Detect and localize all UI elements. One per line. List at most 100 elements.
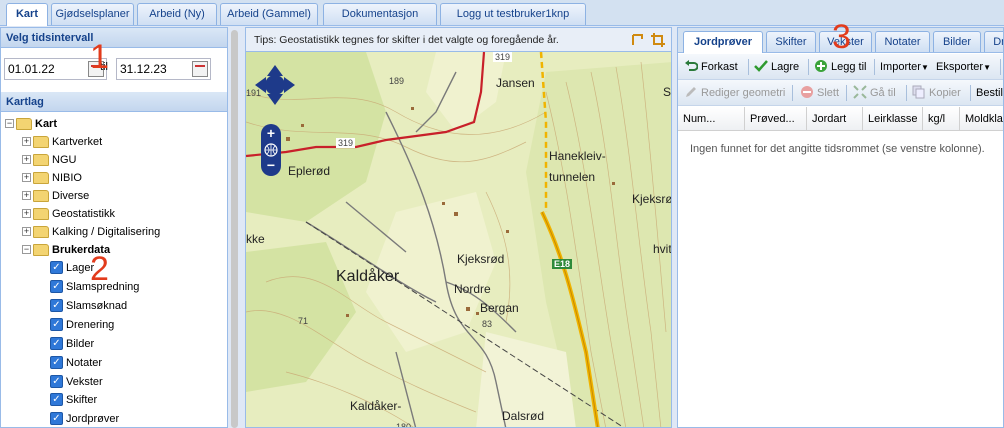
- folder-icon: [33, 226, 49, 238]
- map-label: Nordre: [454, 282, 491, 296]
- folder-icon: [33, 190, 49, 202]
- checkbox-checked-icon[interactable]: ✓: [50, 261, 63, 274]
- calendar-icon[interactable]: [192, 61, 208, 77]
- tab-arbeid-ny[interactable]: Arbeid (Ny): [137, 3, 217, 25]
- crop-tool-icon[interactable]: [651, 33, 665, 47]
- map-label: Dalsrød: [502, 409, 545, 423]
- toolbar-separator: [808, 59, 809, 75]
- map-label: Bergan: [480, 301, 519, 315]
- eksporter-label: Eksporter: [936, 61, 984, 73]
- delete-icon: [801, 86, 813, 98]
- toolbar-separator: [906, 85, 907, 101]
- expand-icon[interactable]: +: [22, 191, 31, 200]
- map-label: Kaldåker: [336, 268, 400, 285]
- checkbox-checked-icon[interactable]: ✓: [50, 280, 63, 293]
- tab-jordprover[interactable]: Jordprøver: [683, 31, 763, 53]
- tree-label: Geostatistikk: [52, 208, 115, 220]
- ga-til-label: Gå til: [870, 87, 896, 99]
- checkbox-checked-icon[interactable]: ✓: [50, 393, 63, 406]
- expand-icon[interactable]: +: [22, 155, 31, 164]
- expand-icon[interactable]: +: [22, 209, 31, 218]
- eksporter-menu[interactable]: Eksporter▼: [936, 58, 991, 76]
- legg-til-button[interactable]: Legg til: [814, 58, 866, 76]
- right-panel: Jordprøver Skifter Vekster Notater Bilde…: [677, 27, 1004, 428]
- checkbox-checked-icon[interactable]: ✓: [50, 337, 63, 350]
- date-to-field[interactable]: 31.12.23: [116, 58, 211, 80]
- tab-dokumentasjon[interactable]: Dokumentasjon: [323, 3, 437, 25]
- lagre-label: Lagre: [771, 61, 800, 73]
- column-header[interactable]: Prøved...: [745, 107, 807, 131]
- tree-label: Kalking / Digitalisering: [52, 226, 161, 238]
- tree-label: Jordprøver: [66, 413, 120, 425]
- date-from-value: 01.01.22: [8, 62, 55, 76]
- zoom-to-icon: [853, 85, 867, 99]
- checkbox-checked-icon[interactable]: ✓: [50, 412, 63, 425]
- column-header[interactable]: Leirklasse: [863, 107, 923, 131]
- map-label: Kaldåker-: [350, 399, 402, 413]
- map-tip-text: Tips: Geostatistikk tegnes for skifter i…: [254, 34, 559, 46]
- expand-icon[interactable]: +: [22, 137, 31, 146]
- expand-icon[interactable]: +: [22, 227, 31, 236]
- checkbox-checked-icon[interactable]: ✓: [50, 375, 63, 388]
- checkbox-checked-icon[interactable]: ✓: [50, 356, 63, 369]
- slett-button[interactable]: Slett: [800, 84, 839, 102]
- elevation-label: 189: [389, 76, 405, 86]
- collapse-icon[interactable]: −: [22, 245, 31, 254]
- column-header[interactable]: Moldkla: [960, 107, 1003, 131]
- edit-icon: [686, 87, 696, 97]
- tab-logout[interactable]: Logg ut testbruker1knp: [440, 3, 586, 25]
- folder-icon: [33, 172, 49, 184]
- expand-icon[interactable]: +: [22, 173, 31, 182]
- legg-til-label: Legg til: [831, 61, 867, 73]
- importer-menu[interactable]: Importer▼: [880, 58, 929, 76]
- map-tip: Tips: Geostatistikk tegnes for skifter i…: [246, 28, 671, 52]
- kopier-button[interactable]: Kopier: [912, 84, 961, 102]
- checkbox-checked-icon[interactable]: ✓: [50, 318, 63, 331]
- tab-kart[interactable]: Kart: [6, 3, 48, 26]
- tab-skifter[interactable]: Skifter: [766, 31, 816, 52]
- checkmark-icon: [754, 60, 768, 72]
- tab-notater[interactable]: Notater: [875, 31, 930, 52]
- rediger-geometri-button[interactable]: Rediger geometri: [684, 84, 785, 102]
- tab-bilder[interactable]: Bilder: [933, 31, 981, 52]
- column-header[interactable]: Jordart: [807, 107, 863, 131]
- toolbar-separator: [792, 85, 793, 101]
- bestil-button[interactable]: Bestil: [976, 84, 1003, 102]
- map-label: St: [663, 85, 672, 99]
- toolbar-separator: [748, 59, 749, 75]
- map-label: Kjeksrø: [632, 192, 672, 206]
- toolbar-separator: [846, 85, 847, 101]
- draw-tool-icon[interactable]: [631, 33, 645, 47]
- toolbar-primary: Forkast Lagre Legg til Importer▼ Eksport…: [678, 54, 1003, 80]
- globe-icon[interactable]: [263, 142, 279, 158]
- annotation-number: 1: [90, 38, 109, 76]
- scrollbar[interactable]: [231, 30, 238, 428]
- map-canvas[interactable]: Jansen Eplerød Hanekleiv- tunnelen Kjeks…: [246, 52, 672, 427]
- map-label: Eplerød: [288, 164, 331, 178]
- tree-label: Vekster: [66, 376, 103, 388]
- column-header[interactable]: Num...: [678, 107, 745, 131]
- tree-label: Slamsøknad: [66, 300, 128, 312]
- folder-icon: [33, 154, 49, 166]
- map-label: tunnelen: [549, 170, 596, 184]
- tree-label: Notater: [66, 357, 103, 369]
- pan-control-icon[interactable]: [254, 64, 296, 106]
- forkast-button[interactable]: Forkast: [684, 58, 738, 76]
- slett-label: Slett: [817, 87, 840, 99]
- checkbox-checked-icon[interactable]: ✓: [50, 299, 63, 312]
- ga-til-button[interactable]: Gå til: [853, 84, 896, 102]
- tab-gjodselsplaner[interactable]: Gjødselsplaner: [51, 3, 134, 25]
- zoom-out-icon[interactable]: −: [264, 158, 278, 173]
- lagre-button[interactable]: Lagre: [754, 58, 799, 76]
- tab-drenering[interactable]: Dr: [984, 31, 1003, 52]
- revert-icon: [685, 60, 698, 71]
- tree-label: NGU: [52, 154, 77, 166]
- forkast-label: Forkast: [701, 61, 738, 73]
- column-header[interactable]: kg/l: [923, 107, 960, 131]
- zoom-in-icon[interactable]: +: [264, 126, 278, 140]
- top-tab-bar: Kart Gjødselsplaner Arbeid (Ny) Arbeid (…: [0, 0, 1004, 26]
- collapse-icon[interactable]: −: [5, 119, 14, 128]
- road-number-label: 319: [336, 138, 356, 148]
- tab-arbeid-gammel[interactable]: Arbeid (Gammel): [220, 3, 318, 25]
- tree-label: Bilder: [66, 338, 95, 350]
